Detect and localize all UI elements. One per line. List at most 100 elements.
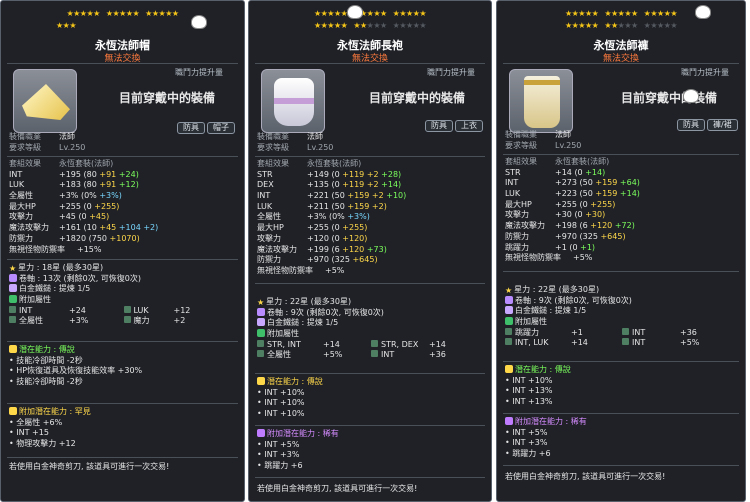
bonus-stat-label: 附加屬性: [267, 329, 299, 339]
divider: [7, 156, 238, 157]
potential-line: INT +10%: [264, 398, 305, 408]
potential-line: INT +10%: [512, 375, 553, 385]
bonus-stat-row: INT, LUK +14 INT +5%: [505, 338, 739, 349]
additional-potential-line: 跳躍力 +6: [264, 461, 303, 471]
stat-row: 全屬性 +3% (0% +3%): [9, 191, 122, 201]
bonus-stat-icon: [505, 317, 513, 326]
job-label: 裝備職業: [9, 132, 41, 141]
job-label: 裝備職業: [257, 132, 289, 141]
set-effect-value: 永恆套裝(法師): [307, 159, 362, 168]
job-value: 法師: [307, 132, 323, 141]
bonus-icon: [257, 350, 264, 358]
stat-row: 攻擊力 +120 (0 +120): [257, 233, 368, 243]
star-icon: ★: [9, 264, 17, 273]
hammer-line: 白金鐵鎚 : 提煉 1/5: [515, 306, 587, 316]
power-increase-label: 職鬥力提升量: [175, 68, 223, 77]
additional-potential-label: 附加潛在能力 : 稀有: [267, 429, 339, 438]
bonus-icon: [123, 316, 131, 324]
set-effect-value: 永恆套裝(法師): [59, 159, 114, 168]
divider: [503, 465, 739, 466]
hammer-line: 白金鐵鎚 : 提煉 1/5: [19, 284, 91, 294]
currently-equipped-text: 目前穿戴中的裝備: [119, 91, 216, 105]
bonus-icon: [371, 350, 378, 358]
additional-potential-label: 附加潛在能力 : 罕見: [19, 407, 91, 416]
bonus-icon: [123, 305, 131, 313]
stat-row: 防禦力 +970 (325 +645): [257, 255, 378, 265]
hammer-icon: [9, 284, 17, 293]
req-level-label: 要求等級: [9, 142, 41, 152]
job-value: 法師: [555, 130, 571, 139]
potential-label: 潛在能力 : 傳說: [19, 345, 75, 354]
stat-row: 無視怪物防禦率 +5%: [505, 253, 593, 263]
potential-icon: [257, 377, 265, 385]
additional-potential-icon: [9, 407, 17, 415]
bonus-icon: [9, 316, 16, 324]
currently-equipped-text: 目前穿戴中的裝備: [621, 91, 718, 105]
stat-row: 無視怪物防禦率 +15%: [9, 244, 102, 254]
star-force-stars-row2: ★★★★★ ★★★★★ ★★★★★: [313, 21, 427, 30]
potential-icon: [505, 365, 513, 373]
scissors-trade-note: 若使用白金神奇剪刀, 該道具可進行一次交易!: [257, 484, 418, 493]
additional-potential-label: 附加潛在能力 : 稀有: [515, 417, 587, 426]
scroll-icon: [9, 273, 17, 282]
additional-potential-icon: [505, 417, 513, 425]
req-level-label: 要求等級: [257, 142, 289, 152]
additional-potential-icon: [257, 429, 265, 437]
additional-potential-line: INT +3%: [264, 450, 300, 460]
bonus-stat-label: 附加屬性: [19, 295, 51, 305]
stat-row: STR +14 (0 +14): [505, 167, 606, 177]
divider: [7, 403, 238, 404]
stat-row: 魔法攻擊力 +161 (10 +45 +104 +2): [9, 223, 159, 233]
divider: [255, 373, 485, 374]
star-force-line: 星力 : 18星 (最多30星): [18, 263, 104, 272]
item-tooltip-pants: ★★★★★ ★★★★★ ★★★★★ ★★★★★ ★★★★★ ★★★★★ 永恆法師褲 無法…: [496, 0, 746, 502]
scroll-icon: [505, 295, 513, 304]
stat-row: 防禦力 +970 (325 +645): [505, 231, 626, 241]
divider: [503, 271, 739, 272]
set-effect-label: 套組效果: [257, 159, 289, 168]
hand-cursor-icon: [695, 5, 711, 19]
star-force-line: 星力 : 22星 (最多30星): [514, 285, 600, 294]
stat-row: DEX +135 (0 +119 +2 +14): [257, 180, 402, 190]
bonus-stat-row: 全屬性 +5% INT +36: [257, 350, 485, 361]
stat-row: INT +195 (80 +91 +24): [9, 169, 139, 179]
req-level-value: Lv.250: [59, 142, 86, 152]
divider: [255, 63, 485, 64]
divider: [7, 259, 238, 260]
stat-row: 無視怪物防禦率 +5%: [257, 265, 345, 275]
bonus-icon: [9, 305, 16, 313]
additional-potential-line: 物理攻擊力 +12: [16, 439, 76, 449]
bonus-icon: [505, 338, 512, 346]
scroll-line: 卷軸 : 9次 (剩餘0次, 可恢復0次): [515, 295, 632, 305]
job-label: 裝備職業: [505, 130, 537, 139]
potential-line: 技能冷卻時間 -2秒: [16, 355, 83, 365]
divider: [7, 63, 238, 64]
bonus-stat-icon: [257, 329, 265, 338]
star-force-line: 星力 : 22星 (最多30星): [266, 297, 352, 306]
set-effect-label: 套組效果: [505, 157, 537, 166]
stat-row: 最大HP +255 (0 +255): [505, 199, 616, 209]
scissors-trade-note: 若使用白金神奇剪刀, 該道具可進行一次交易!: [505, 472, 666, 481]
req-level-value: Lv.250: [555, 140, 582, 150]
star-icon: ★: [505, 286, 513, 295]
stat-row: 防禦力 +1820 (750 +1070): [9, 233, 140, 243]
divider: [503, 63, 739, 64]
divider: [7, 341, 238, 342]
stat-row: 跳躍力 +1 (0 +1): [505, 242, 596, 252]
item-icon-pants: [509, 69, 573, 133]
bonus-stat-icon: [9, 295, 17, 304]
divider: [503, 361, 739, 362]
scroll-line: 卷軸 : 9次 (剩餘0次, 可恢復0次): [267, 307, 384, 317]
stat-row: 攻擊力 +30 (0 +30): [505, 210, 606, 220]
potential-icon: [9, 345, 17, 353]
bonus-stat-row: 全屬性 +3% 魔力 +2: [9, 316, 238, 327]
stat-row: LUK +223 (50 +159 +14): [505, 189, 640, 199]
bonus-stat-row: INT +24 LUK +12: [9, 305, 238, 317]
divider: [255, 425, 485, 426]
hammer-line: 白金鐵鎚 : 提煉 1/5: [267, 318, 339, 328]
currently-equipped-text: 目前穿戴中的裝備: [369, 91, 466, 105]
stat-row: LUK +211 (50 +159 +2): [257, 201, 387, 211]
power-increase-label: 職鬥力提升量: [681, 68, 729, 77]
req-level-label: 要求等級: [505, 140, 537, 150]
divider: [255, 156, 485, 157]
